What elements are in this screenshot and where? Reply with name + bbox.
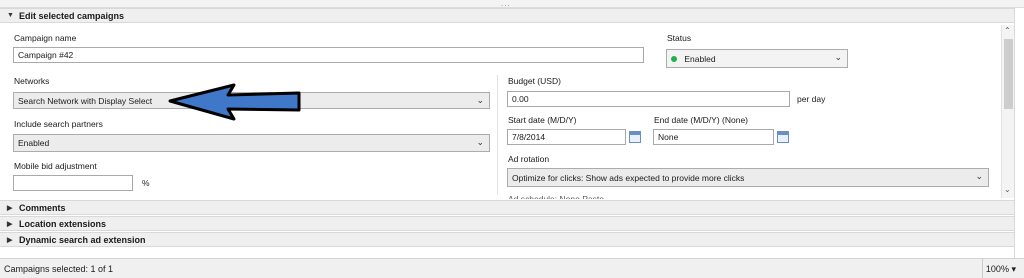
ad-rotation-select-value: Optimize for clicks: Show ads expected t… bbox=[512, 173, 745, 183]
expand-triangle-icon[interactable]: ▶ bbox=[7, 220, 15, 228]
status-label: Status bbox=[667, 33, 692, 43]
mobile-bid-label: Mobile bid adjustment bbox=[14, 161, 97, 171]
collapse-triangle-icon[interactable]: ▼ bbox=[7, 12, 15, 19]
ad-rotation-select[interactable]: Optimize for clicks: Show ads expected t… bbox=[507, 168, 989, 187]
splitter-grip-icon[interactable]: ... bbox=[501, 0, 511, 8]
search-partners-label: Include search partners bbox=[14, 119, 103, 129]
zoom-dropdown-icon[interactable]: ▾ bbox=[1011, 264, 1016, 274]
comments-section-title: Comments bbox=[19, 202, 66, 213]
expand-triangle-icon[interactable]: ▶ bbox=[7, 236, 15, 244]
comments-section-header[interactable]: ▶ Comments bbox=[0, 200, 1014, 215]
scrollbar-thumb[interactable] bbox=[1004, 39, 1013, 109]
status-bar: Campaigns selected: 1 of 1 100% ▾ bbox=[0, 258, 1024, 278]
splitter-bar[interactable]: ... bbox=[0, 0, 1024, 8]
ad-schedule-partial-text: Ad schedule: None Paste bbox=[508, 194, 604, 199]
budget-label: Budget (USD) bbox=[508, 76, 561, 86]
panel-right-border bbox=[1014, 8, 1015, 258]
dynamic-search-ad-section-header[interactable]: ▶ Dynamic search ad extension bbox=[0, 232, 1014, 247]
expand-triangle-icon[interactable]: ▶ bbox=[7, 204, 15, 212]
end-date-input[interactable]: None bbox=[653, 129, 774, 145]
budget-unit: per day bbox=[797, 94, 826, 104]
start-date-input[interactable]: 7/8/2014 bbox=[507, 129, 626, 145]
budget-input[interactable]: 0.00 bbox=[507, 91, 790, 107]
calendar-icon[interactable] bbox=[629, 131, 641, 143]
search-partners-select[interactable]: Enabled ⌄ bbox=[13, 134, 490, 152]
campaign-name-label: Campaign name bbox=[14, 33, 77, 43]
edit-campaigns-title: Edit selected campaigns bbox=[19, 10, 125, 21]
mobile-bid-input[interactable] bbox=[13, 175, 133, 191]
zoom-value: 100% bbox=[985, 264, 1009, 274]
scroll-down-icon[interactable]: ⌄ bbox=[1004, 185, 1011, 194]
mobile-bid-unit: % bbox=[142, 178, 150, 188]
column-divider bbox=[497, 75, 498, 195]
campaign-name-input[interactable]: Campaign #42 bbox=[13, 47, 644, 63]
end-date-label: End date (M/D/Y) (None) bbox=[654, 115, 749, 125]
vertical-scrollbar[interactable]: ⌃ ⌄ bbox=[1001, 25, 1014, 198]
networks-select-value: Search Network with Display Select bbox=[18, 96, 153, 106]
calendar-icon[interactable] bbox=[777, 131, 789, 143]
location-extensions-section-title: Location extensions bbox=[19, 218, 107, 229]
annotation-arrow-icon bbox=[168, 83, 301, 121]
dynamic-search-ad-section-title: Dynamic search ad extension bbox=[19, 234, 146, 245]
zoom-level[interactable]: 100% ▾ bbox=[986, 264, 1016, 275]
chevron-down-icon: ⌄ bbox=[476, 95, 484, 105]
scroll-up-icon[interactable]: ⌃ bbox=[1004, 26, 1011, 35]
location-extensions-section-header[interactable]: ▶ Location extensions bbox=[0, 216, 1014, 231]
status-bar-separator bbox=[982, 259, 983, 278]
campaigns-selected-count: Campaigns selected: 1 of 1 bbox=[4, 264, 114, 274]
search-partners-select-value: Enabled bbox=[18, 138, 50, 148]
networks-label: Networks bbox=[14, 76, 50, 86]
ad-rotation-label: Ad rotation bbox=[508, 154, 550, 164]
status-select-value: Enabled bbox=[684, 54, 716, 64]
edit-campaigns-header[interactable]: ▼ Edit selected campaigns bbox=[0, 8, 1014, 23]
annotation-arrow-shape bbox=[168, 83, 301, 121]
chevron-down-icon: ⌄ bbox=[975, 171, 983, 181]
start-date-label: Start date (M/D/Y) bbox=[508, 115, 577, 125]
enabled-status-dot-icon bbox=[671, 55, 677, 62]
chevron-down-icon: ⌄ bbox=[834, 52, 842, 62]
status-select[interactable]: Enabled ⌄ bbox=[666, 49, 848, 68]
chevron-down-icon: ⌄ bbox=[476, 137, 484, 147]
